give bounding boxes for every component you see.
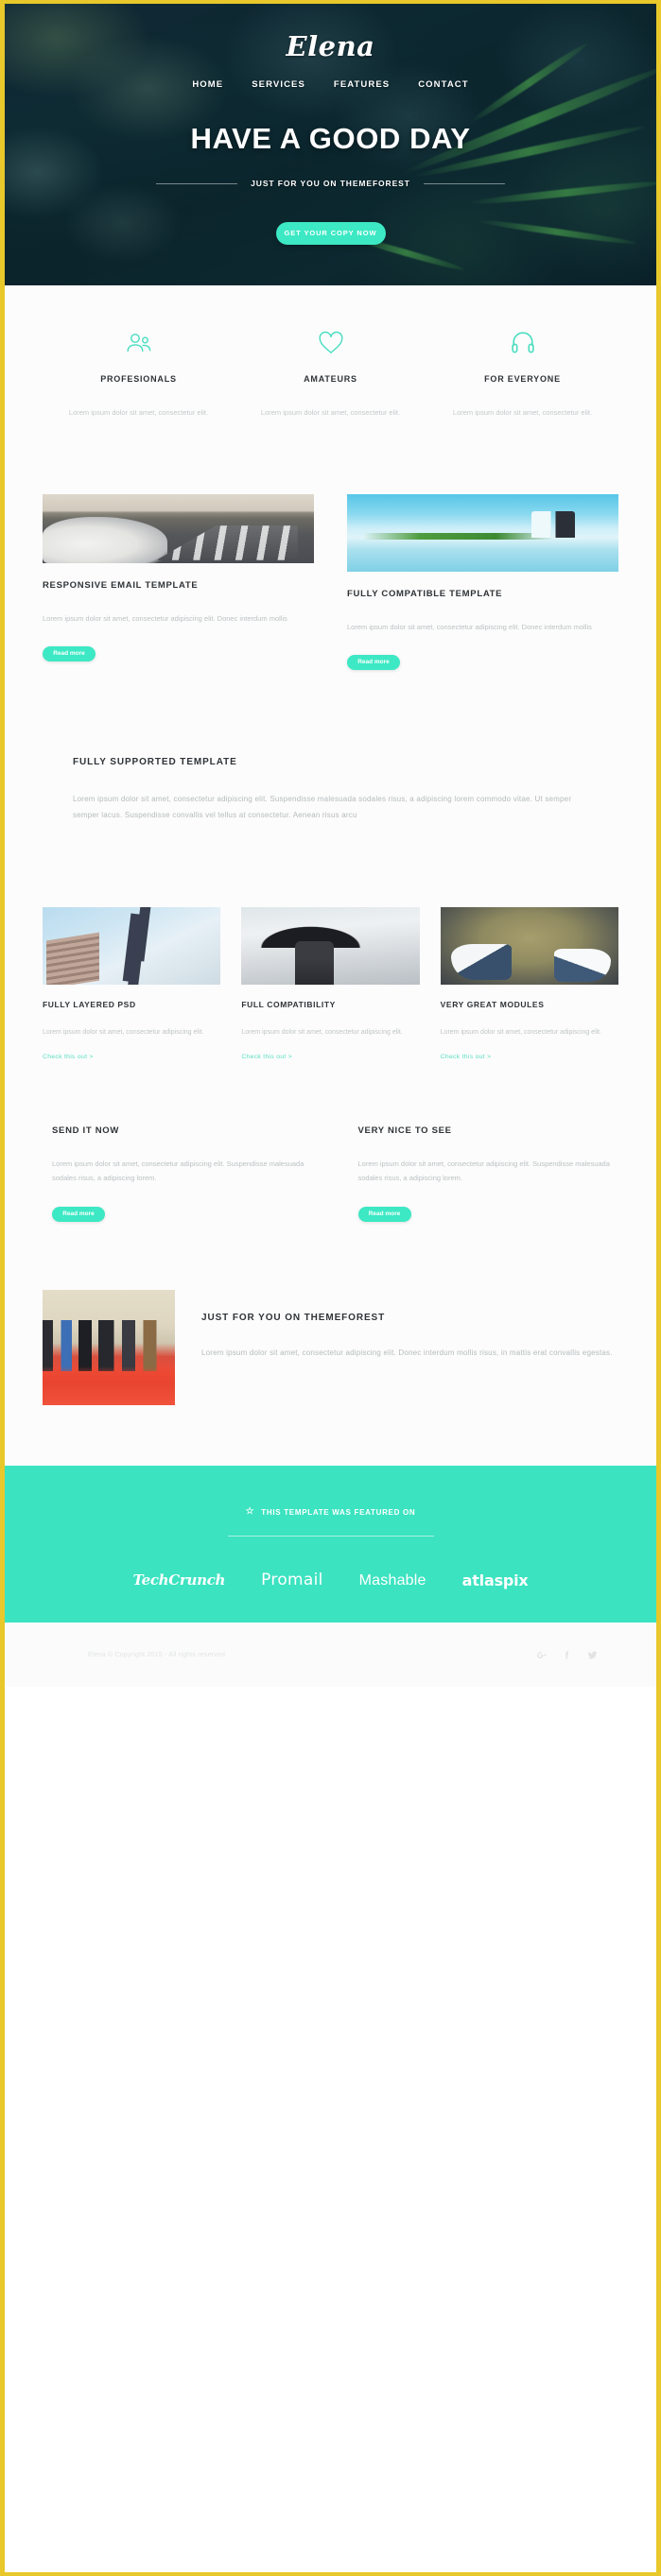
check-this-out-link[interactable]: Check this out > [441, 1054, 492, 1060]
divider-line-right [423, 182, 505, 184]
headphones-icon [426, 327, 618, 359]
red-carpet-crowd-photo [43, 1290, 175, 1406]
card-full-compatibility: FULL COMPATIBILITY Lorem ipsum dolor sit… [241, 906, 420, 1063]
feature-text: Lorem ipsum dolor sit amet, consectetur … [260, 408, 401, 417]
card-title: VERY GREAT MODULES [440, 999, 545, 1009]
read-more-button[interactable]: Read more [347, 655, 400, 671]
sneakers-photo [440, 906, 618, 985]
featured-on-section: ☆ THIS TEMPLATE WAS FEATURED ON TechCrun… [5, 1466, 656, 1623]
three-column-section: FULLY LAYERED PSD Lorem ipsum dolor sit … [43, 824, 618, 1063]
couple-on-beach-photo [347, 493, 618, 572]
email-template-page: Elena HOME SERVICES FEATURES CONTACT HAV… [0, 0, 661, 2576]
card-fully-compatible-template: FULLY COMPATIBLE TEMPLATE Lorem ipsum do… [347, 493, 618, 671]
card-responsive-email-template: RESPONSIVE EMAIL TEMPLATE Lorem ipsum do… [43, 493, 314, 671]
feature-title: PROFESIONALS [100, 374, 177, 384]
girl-with-umbrella-photo [241, 906, 420, 985]
divider-line [227, 1536, 434, 1537]
brand-logo-atlaspix[interactable]: atlaspix [462, 1572, 529, 1589]
card-text: Lorem ipsum dolor sit amet, consectetur … [43, 613, 287, 623]
check-this-out-link[interactable]: Check this out > [43, 1054, 94, 1060]
bottom-bar: Elena © Copyright 2015 - All rights rese… [5, 1623, 656, 1688]
hero-subtitle-row: JUST FOR YOU ON THEMEFOREST [5, 179, 656, 188]
nav-item-features[interactable]: FEATURES [334, 79, 390, 90]
feature-for-everyone: FOR EVERYONE Lorem ipsum dolor sit amet,… [426, 327, 618, 421]
get-your-copy-now-button[interactable]: GET YOUR COPY NOW [275, 222, 386, 245]
pair-section: SEND IT NOW Lorem ipsum dolor sit amet, … [43, 1063, 618, 1223]
card-very-nice-to-see: VERY NICE TO SEE Lorem ipsum dolor sit a… [357, 1125, 619, 1223]
divider-line-left [156, 182, 238, 184]
featured-on-heading: THIS TEMPLATE WAS FEATURED ON [261, 1507, 416, 1517]
main-navigation: HOME SERVICES FEATURES CONTACT [5, 79, 656, 90]
section-title: JUST FOR YOU ON THEMEFOREST [201, 1313, 386, 1324]
section-title: FULLY SUPPORTED TEMPLATE [73, 757, 237, 768]
vintage-car-photo [43, 493, 314, 563]
traffic-light-photo [43, 906, 221, 985]
section-text: Lorem ipsum dolor sit amet, consectetur … [201, 1348, 613, 1358]
card-title: FULLY COMPATIBLE TEMPLATE [347, 588, 503, 599]
copyright-text: Elena © Copyright 2015 - All rights rese… [88, 1651, 226, 1658]
twitter-icon[interactable] [587, 1650, 598, 1660]
users-icon [43, 327, 235, 359]
nav-item-services[interactable]: SERVICES [252, 79, 305, 90]
brand-logo-promail[interactable]: Promail [261, 1572, 323, 1589]
hero-subtitle: JUST FOR YOU ON THEMEFOREST [251, 179, 410, 188]
fully-supported-template-section: FULLY SUPPORTED TEMPLATE Lorem ipsum dol… [43, 670, 618, 824]
card-text: Lorem ipsum dolor sit amet, consectetur … [440, 1028, 602, 1036]
card-fully-layered-psd: FULLY LAYERED PSD Lorem ipsum dolor sit … [43, 906, 221, 1063]
card-title: FULL COMPATIBILITY [241, 999, 336, 1009]
card-text: Lorem ipsum dolor sit amet, consectetur … [241, 1028, 403, 1036]
feature-profesionals: PROFESIONALS Lorem ipsum dolor sit amet,… [43, 327, 235, 421]
card-title: SEND IT NOW [52, 1125, 120, 1136]
card-title: FULLY LAYERED PSD [43, 999, 136, 1009]
read-more-button[interactable]: Read more [43, 646, 96, 662]
hero-headline: HAVE A GOOD DAY [190, 122, 471, 155]
feature-amateurs: AMATEURS Lorem ipsum dolor sit amet, con… [235, 327, 426, 421]
feature-title: AMATEURS [304, 374, 357, 384]
brand-logo-techcrunch[interactable]: TechCrunch [132, 1573, 225, 1588]
nav-item-home[interactable]: HOME [192, 79, 223, 90]
social-links [536, 1650, 598, 1660]
google-plus-icon[interactable] [536, 1650, 547, 1660]
site-logo[interactable]: Elena [5, 30, 656, 62]
read-more-button[interactable]: Read more [52, 1207, 105, 1223]
card-text: Lorem ipsum dolor sit amet, consectetur … [357, 1159, 610, 1183]
section-text: Lorem ipsum dolor sit amet, consectetur … [73, 795, 572, 820]
card-send-it-now: SEND IT NOW Lorem ipsum dolor sit amet, … [52, 1125, 313, 1223]
featured-on-heading-row: ☆ THIS TEMPLATE WAS FEATURED ON [5, 1507, 656, 1517]
card-title: VERY NICE TO SEE [357, 1125, 452, 1136]
features-section: PROFESIONALS Lorem ipsum dolor sit amet,… [43, 285, 618, 421]
feature-text: Lorem ipsum dolor sit amet, consectetur … [452, 408, 593, 417]
heart-icon [235, 327, 426, 359]
card-title: RESPONSIVE EMAIL TEMPLATE [43, 579, 199, 591]
card-text: Lorem ipsum dolor sit amet, consectetur … [43, 1028, 204, 1036]
card-text: Lorem ipsum dolor sit amet, consectetur … [347, 622, 592, 631]
check-this-out-link[interactable]: Check this out > [241, 1054, 292, 1060]
hero-section: Elena HOME SERVICES FEATURES CONTACT HAV… [5, 4, 656, 285]
card-text: Lorem ipsum dolor sit amet, consectetur … [52, 1159, 304, 1183]
nav-item-contact[interactable]: CONTACT [418, 79, 468, 90]
themeforest-split-section: JUST FOR YOU ON THEMEFOREST Lorem ipsum … [43, 1222, 618, 1466]
brand-logos-row: TechCrunch Promail Mashable atlaspix [5, 1572, 656, 1589]
star-icon: ☆ [245, 1506, 255, 1518]
feature-title: FOR EVERYONE [484, 374, 561, 384]
facebook-icon[interactable] [562, 1650, 572, 1660]
brand-logo-mashable[interactable]: Mashable [359, 1572, 426, 1589]
card-very-great-modules: VERY GREAT MODULES Lorem ipsum dolor sit… [440, 906, 618, 1063]
read-more-button[interactable]: Read more [357, 1207, 411, 1223]
feature-text: Lorem ipsum dolor sit amet, consectetur … [68, 408, 209, 417]
two-column-section: RESPONSIVE EMAIL TEMPLATE Lorem ipsum do… [43, 421, 618, 671]
